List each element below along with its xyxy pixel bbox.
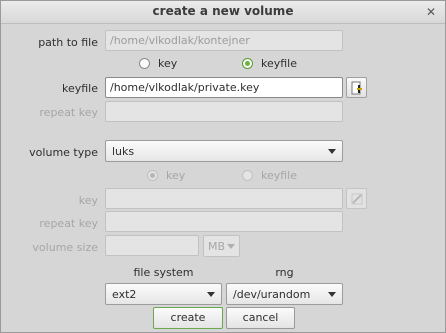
key-browse-button[interactable]	[346, 188, 367, 209]
path-to-file-label: path to file	[38, 36, 98, 49]
key-input[interactable]	[105, 188, 343, 209]
volume-size-unit: MB	[208, 240, 226, 253]
volume-size-label: volume size	[32, 241, 98, 254]
file-system-value: ext2	[112, 288, 137, 301]
chevron-down-icon	[328, 292, 336, 297]
sub-radio-keyfile[interactable]: keyfile	[242, 169, 297, 182]
keyfile-input[interactable]: /home/vlkodlak/private.key	[105, 77, 343, 98]
path-to-file-input[interactable]: /home/vlkodlak/kontejner	[105, 30, 343, 51]
sub-radio-keyfile-label: keyfile	[261, 169, 298, 182]
keyfile-label: keyfile	[61, 82, 98, 95]
file-system-select[interactable]: ext2	[105, 283, 222, 305]
radio-key[interactable]: key	[139, 57, 177, 70]
rng-header: rng	[275, 266, 294, 279]
file-system-header: file system	[133, 266, 194, 279]
keyfile-browse-button[interactable]	[346, 77, 367, 98]
cancel-button[interactable]: cancel	[226, 307, 295, 329]
volume-type-label: volume type	[29, 146, 98, 159]
volume-type-select[interactable]: luks	[105, 140, 343, 162]
sub-radio-key[interactable]: key	[147, 169, 185, 182]
volume-size-input[interactable]	[105, 235, 199, 256]
sub-radio-keyfile-indicator	[242, 170, 253, 181]
sub-radio-key-indicator	[147, 170, 158, 181]
repeat-key-top-label: repeat key	[39, 106, 98, 119]
key-browse-icon	[351, 193, 363, 205]
radio-key-label: key	[158, 57, 178, 70]
file-browse-icon	[351, 81, 362, 95]
create-button[interactable]: create	[153, 307, 223, 329]
repeat-key-label: repeat key	[39, 217, 98, 230]
rng-value: /dev/urandom	[233, 288, 311, 301]
radio-keyfile-indicator	[242, 58, 253, 69]
chevron-down-icon	[227, 244, 235, 249]
radio-key-indicator	[139, 58, 150, 69]
key-label: key	[78, 194, 98, 207]
repeat-key-top-input[interactable]	[105, 101, 343, 122]
window-title: create a new volume	[152, 4, 294, 18]
volume-type-value: luks	[112, 145, 135, 158]
sub-radio-key-label: key	[166, 169, 186, 182]
radio-keyfile-label: keyfile	[261, 57, 298, 70]
chevron-down-icon	[328, 149, 336, 154]
dialog-window: create a new volume ✕ path to file /home…	[0, 0, 446, 333]
radio-keyfile[interactable]: keyfile	[242, 57, 297, 70]
volume-size-unit-select[interactable]: MB	[203, 235, 240, 257]
close-icon[interactable]: ✕	[423, 4, 439, 20]
chevron-down-icon	[207, 292, 215, 297]
repeat-key-input[interactable]	[105, 211, 343, 232]
title-bar[interactable]: create a new volume ✕	[1, 1, 445, 24]
rng-select[interactable]: /dev/urandom	[226, 283, 343, 305]
